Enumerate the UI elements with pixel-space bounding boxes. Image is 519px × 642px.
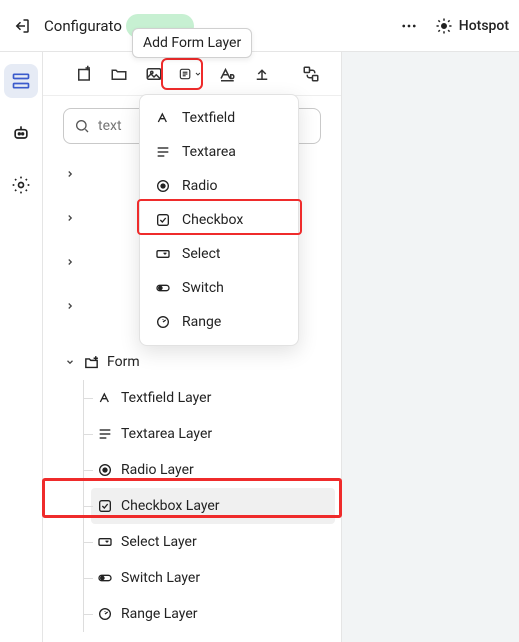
tree-label: Textfield Layer [121, 390, 211, 406]
tree-row-textarea-layer[interactable]: Textarea Layer [91, 416, 335, 452]
textarea-icon [95, 426, 115, 442]
rail-bot-icon[interactable] [4, 116, 38, 150]
add-text-icon[interactable] [216, 62, 237, 86]
textfield-icon [95, 390, 115, 406]
checkbox-icon [95, 498, 115, 514]
checkbox-icon [154, 212, 172, 228]
dropdown-item-checkbox[interactable]: Checkbox [140, 203, 298, 237]
tree-label: Switch Layer [121, 570, 200, 586]
tree-row-range-layer[interactable]: Range Layer [91, 596, 335, 632]
dropdown-item-textfield[interactable]: Textfield [140, 101, 298, 135]
textfield-icon [154, 110, 172, 126]
tree-label: Radio Layer [121, 462, 194, 478]
hotspot-icon[interactable]: Hotspot [435, 14, 509, 38]
chevron-right-icon [63, 301, 77, 311]
dropdown-item-radio[interactable]: Radio [140, 169, 298, 203]
tree-label: Form [107, 354, 140, 370]
range-icon [154, 314, 172, 330]
add-page-icon[interactable] [73, 62, 94, 86]
dropdown-label: Range [182, 314, 221, 330]
chevron-down-icon [194, 69, 202, 79]
topbar-right: Hotspot [397, 14, 509, 38]
canvas-area [342, 52, 519, 642]
tree-row-checkbox-layer[interactable]: Checkbox Layer [91, 488, 335, 524]
dropdown-item-textarea[interactable]: Textarea [140, 135, 298, 169]
textarea-icon [154, 144, 172, 160]
left-rail [0, 52, 43, 642]
radio-icon [154, 178, 172, 194]
layer-toolbar [43, 52, 341, 96]
dropdown-label: Checkbox [182, 212, 243, 228]
form-layer-dropdown: Textfield Textarea Radio Checkbox Select… [139, 94, 299, 346]
search-icon [74, 118, 90, 134]
dropdown-label: Radio [182, 178, 218, 194]
hotspot-label: Hotspot [459, 18, 509, 34]
topbar: Configurato Hotspot [0, 0, 519, 52]
upload-icon[interactable] [251, 62, 272, 86]
dropdown-label: Switch [182, 280, 224, 296]
tree-row-textfield-layer[interactable]: Textfield Layer [91, 380, 335, 416]
tree-children: Textfield Layer Textarea Layer Radio Lay… [63, 380, 335, 632]
chevron-right-icon [63, 213, 77, 223]
more-icon[interactable] [397, 14, 421, 38]
rail-steps-icon[interactable] [4, 64, 38, 98]
tooltip-add-form-layer: Add Form Layer [132, 28, 252, 58]
switch-icon [154, 280, 172, 296]
radio-icon [95, 462, 115, 478]
link-icon[interactable] [300, 62, 321, 86]
rail-settings-icon[interactable] [4, 168, 38, 202]
tree-row-select-layer[interactable]: Select Layer [91, 524, 335, 560]
chevron-right-icon [63, 257, 77, 267]
chevron-down-icon [63, 357, 77, 367]
switch-icon [95, 570, 115, 586]
chevron-right-icon [63, 169, 77, 179]
add-image-icon[interactable] [143, 62, 164, 86]
select-icon [95, 534, 115, 550]
tree-label: Checkbox Layer [121, 498, 220, 514]
dropdown-label: Select [182, 246, 220, 262]
page-title: Configurato [44, 17, 122, 35]
add-form-layer-button[interactable] [178, 62, 202, 86]
dropdown-item-range[interactable]: Range [140, 305, 298, 339]
range-icon [95, 606, 115, 622]
tree-row-radio-layer[interactable]: Radio Layer [91, 452, 335, 488]
form-icon [81, 354, 101, 371]
exit-icon[interactable] [10, 14, 34, 38]
tree-label: Textarea Layer [121, 426, 212, 442]
tree-label: Range Layer [121, 606, 198, 622]
tree-row-form[interactable]: Form [63, 344, 335, 380]
dropdown-label: Textarea [182, 144, 236, 160]
dropdown-item-switch[interactable]: Switch [140, 271, 298, 305]
dropdown-item-select[interactable]: Select [140, 237, 298, 271]
add-folder-icon[interactable] [108, 62, 129, 86]
tree-row-switch-layer[interactable]: Switch Layer [91, 560, 335, 596]
tree-label: Select Layer [121, 534, 197, 550]
select-icon [154, 246, 172, 262]
dropdown-label: Textfield [182, 110, 235, 126]
